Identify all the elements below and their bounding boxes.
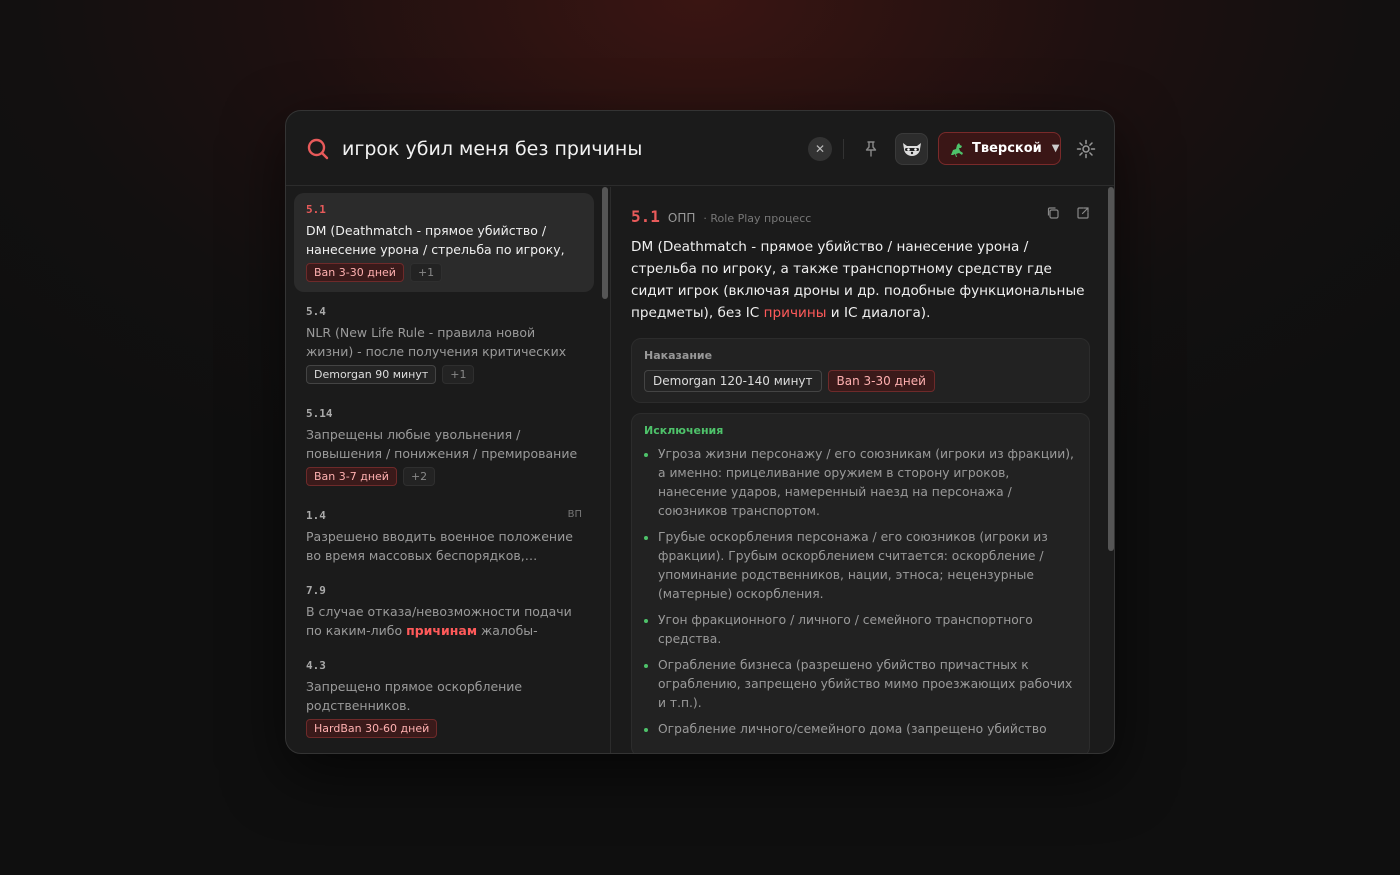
result-item[interactable]: 5.1 DM (Deathmatch - прямое убийство / н… xyxy=(294,193,594,292)
punishment-badge: HardBan 30-60 дней xyxy=(306,719,438,738)
exception-item: Грубые оскорбления персонажа / его союзн… xyxy=(644,528,1077,604)
scrollbar[interactable] xyxy=(602,187,608,299)
rule-text: DM (Deathmatch - прямое убийство / нанес… xyxy=(631,236,1090,324)
punishment-badge: Ban 3-30 дней xyxy=(306,263,404,282)
result-badges: HardBan 30-60 дней xyxy=(306,719,582,738)
exceptions-title: Исключения xyxy=(644,424,724,437)
result-code-text: 5.1 xyxy=(306,203,326,216)
horse-rider-icon xyxy=(951,142,963,157)
result-code: 5.4 xyxy=(306,305,582,318)
more-badge: +1 xyxy=(442,365,475,384)
rule-subcategory: · Role Play процесс xyxy=(703,212,812,225)
pin-button[interactable] xyxy=(860,138,882,160)
copy-icon xyxy=(1047,207,1059,219)
result-title: В случае отказа/невозможности подачи по … xyxy=(306,602,582,640)
punishment-badges: Demorgan 120-140 минут Ban 3-30 дней xyxy=(644,370,1077,392)
result-item[interactable]: 5.14 Запрещены любые увольнения / повыше… xyxy=(294,397,594,496)
result-code-text: 1.4 xyxy=(306,509,326,522)
punishment-card: Наказание Demorgan 120-140 минут Ban 3-3… xyxy=(631,338,1090,403)
search-bar: ✕ Тверской ▼ xyxy=(286,111,1114,186)
search-input[interactable] xyxy=(342,133,782,165)
punishment-title: Наказание xyxy=(644,349,713,362)
pin-icon xyxy=(865,141,877,157)
raccoon-icon xyxy=(902,143,921,156)
result-code: 5.1 xyxy=(306,203,582,216)
result-code-text: 7.9 xyxy=(306,584,326,597)
result-item[interactable]: 4.3 Запрещено прямое оскорбление родстве… xyxy=(294,649,594,748)
result-title: DM (Deathmatch - прямое убийство / нанес… xyxy=(306,223,565,257)
result-code-text: 5.4 xyxy=(306,305,326,318)
result-code: 4.3 xyxy=(306,659,582,672)
server-select[interactable]: Тверской ▼ xyxy=(938,132,1061,165)
rule-detail: 5.1 ОПП · Role Play процесс DM (Deathmat… xyxy=(611,187,1114,753)
rule-category: ОПП xyxy=(667,211,696,225)
punishment-badge: Demorgan 120-140 минут xyxy=(644,370,822,392)
search-icon xyxy=(306,137,330,161)
exceptions-list: Угроза жизни персонажу / его союзникам (… xyxy=(644,445,1077,739)
result-code: 1.4 ВП xyxy=(306,509,582,522)
rule-actions xyxy=(1046,205,1090,224)
highlight-text: причины xyxy=(763,305,827,321)
external-link-icon xyxy=(1077,207,1089,219)
chevron-down-icon: ▼ xyxy=(1051,143,1060,154)
server-label: Тверской xyxy=(972,141,1042,156)
result-item[interactable]: 1.4 ВП Разрешено вводить военное положени… xyxy=(294,499,594,575)
highlight-text: причинам xyxy=(406,623,478,638)
rule-header: 5.1 ОПП · Role Play процесс xyxy=(631,207,1090,226)
clear-button[interactable]: ✕ xyxy=(808,137,832,161)
punishment-badge: Ban 3-30 дней xyxy=(827,370,935,392)
punishment-badge: Demorgan 90 минут xyxy=(306,365,437,384)
avatar-button[interactable] xyxy=(895,133,928,165)
result-code: 5.14 xyxy=(306,407,582,420)
exception-item: Угроза жизни персонажу / его союзникам (… xyxy=(644,445,1077,521)
result-badges: Demorgan 90 минут +1 xyxy=(306,365,582,384)
result-code: 7.9 xyxy=(306,584,582,597)
exception-item: Ограбление бизнеса (разрешено убийство п… xyxy=(644,656,1077,713)
rule-code: 5.1 xyxy=(631,207,660,226)
result-code-text: 5.14 xyxy=(306,407,333,420)
exceptions-card: Исключения Угроза жизни персонажу / его … xyxy=(631,413,1090,753)
results-list: 5.1 DM (Deathmatch - прямое убийство / н… xyxy=(286,187,610,753)
result-title: Запрещено прямое оскорбление родственник… xyxy=(306,679,523,713)
result-tag: ВП xyxy=(567,509,582,520)
scrollbar[interactable] xyxy=(1108,187,1114,551)
result-title: Запрещены любые увольнения / повышения /… xyxy=(306,427,578,461)
settings-button[interactable] xyxy=(1075,138,1097,160)
copy-button[interactable] xyxy=(1046,205,1060,224)
search-window: ✕ Тверской ▼ 5.1 DM (Deathmatch - прямое… xyxy=(285,110,1115,754)
result-title: NLR (New Life Rule - правила новой жизни… xyxy=(306,325,567,359)
result-title: Разрешено вводить военное положение во в… xyxy=(306,529,573,563)
rule-text-part: и IC диалога). xyxy=(826,305,931,321)
more-badge: +1 xyxy=(409,263,443,282)
exception-item: Ограбление личного/семейного дома (запре… xyxy=(644,720,1077,739)
result-item[interactable]: 5.4 NLR (New Life Rule - правила новой ж… xyxy=(294,295,594,394)
divider xyxy=(843,139,844,159)
close-icon: ✕ xyxy=(814,142,826,156)
more-badge: +2 xyxy=(402,467,436,486)
result-code-text: 4.3 xyxy=(306,659,326,672)
exception-item: Угон фракционного / личного / семейного … xyxy=(644,611,1077,649)
result-badges: Ban 3-30 дней +1 xyxy=(306,263,582,282)
result-item[interactable]: 7.9 В случае отказа/невозможности подачи… xyxy=(294,574,594,650)
gear-icon xyxy=(1076,139,1096,159)
punishment-badge: Ban 3-7 дней xyxy=(306,467,397,486)
result-badges: Ban 3-7 дней +2 xyxy=(306,467,582,486)
open-button[interactable] xyxy=(1076,205,1090,224)
